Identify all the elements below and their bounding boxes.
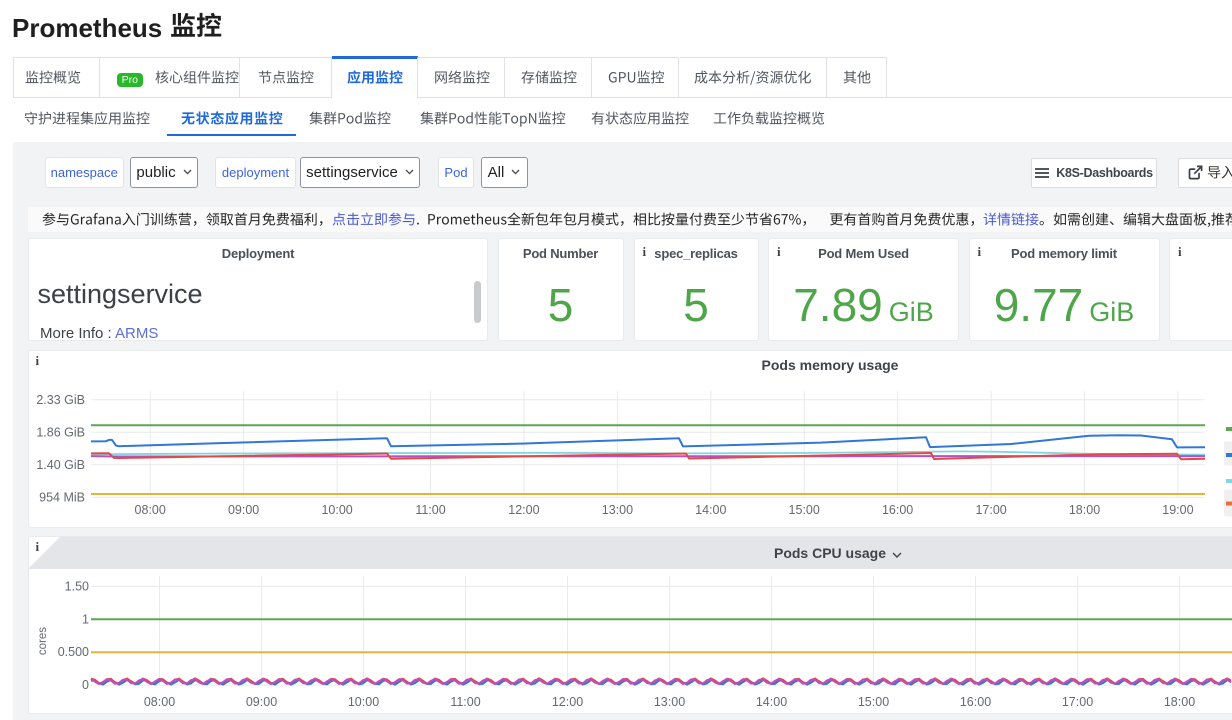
svg-text:10:00: 10:00 bbox=[321, 503, 352, 517]
svg-text:15:00: 15:00 bbox=[789, 503, 820, 517]
svg-text:1.40 GiB: 1.40 GiB bbox=[36, 458, 85, 472]
svg-text:cores: cores bbox=[37, 627, 49, 655]
svg-text:1.50: 1.50 bbox=[65, 579, 89, 593]
svg-text:09:00: 09:00 bbox=[228, 503, 259, 517]
svg-text:13:00: 13:00 bbox=[602, 503, 633, 517]
svg-text:10:00: 10:00 bbox=[348, 695, 379, 709]
svg-text:12:00: 12:00 bbox=[508, 503, 539, 517]
svg-text:2.33 GiB: 2.33 GiB bbox=[36, 393, 85, 407]
svg-text:0: 0 bbox=[82, 678, 89, 692]
svg-text:14:00: 14:00 bbox=[695, 503, 726, 517]
svg-text:08:00: 08:00 bbox=[135, 503, 166, 517]
svg-text:08:00: 08:00 bbox=[144, 695, 175, 709]
svg-text:17:00: 17:00 bbox=[975, 503, 1006, 517]
svg-text:12:00: 12:00 bbox=[552, 695, 583, 709]
svg-text:954 MiB: 954 MiB bbox=[39, 490, 85, 504]
svg-text:13:00: 13:00 bbox=[654, 695, 685, 709]
svg-text:18:00: 18:00 bbox=[1069, 503, 1100, 517]
svg-text:17:00: 17:00 bbox=[1062, 695, 1093, 709]
svg-text:16:00: 16:00 bbox=[882, 503, 913, 517]
svg-text:14:00: 14:00 bbox=[756, 695, 787, 709]
svg-text:09:00: 09:00 bbox=[246, 695, 277, 709]
svg-text:1: 1 bbox=[82, 612, 89, 626]
svg-text:0.500: 0.500 bbox=[58, 645, 89, 659]
svg-text:18:00: 18:00 bbox=[1164, 695, 1195, 709]
svg-text:11:00: 11:00 bbox=[415, 503, 445, 517]
svg-text:16:00: 16:00 bbox=[960, 695, 991, 709]
svg-text:1.86 GiB: 1.86 GiB bbox=[36, 425, 85, 439]
svg-text:11:00: 11:00 bbox=[450, 695, 480, 709]
svg-text:19:00: 19:00 bbox=[1162, 503, 1193, 517]
svg-text:15:00: 15:00 bbox=[858, 695, 889, 709]
